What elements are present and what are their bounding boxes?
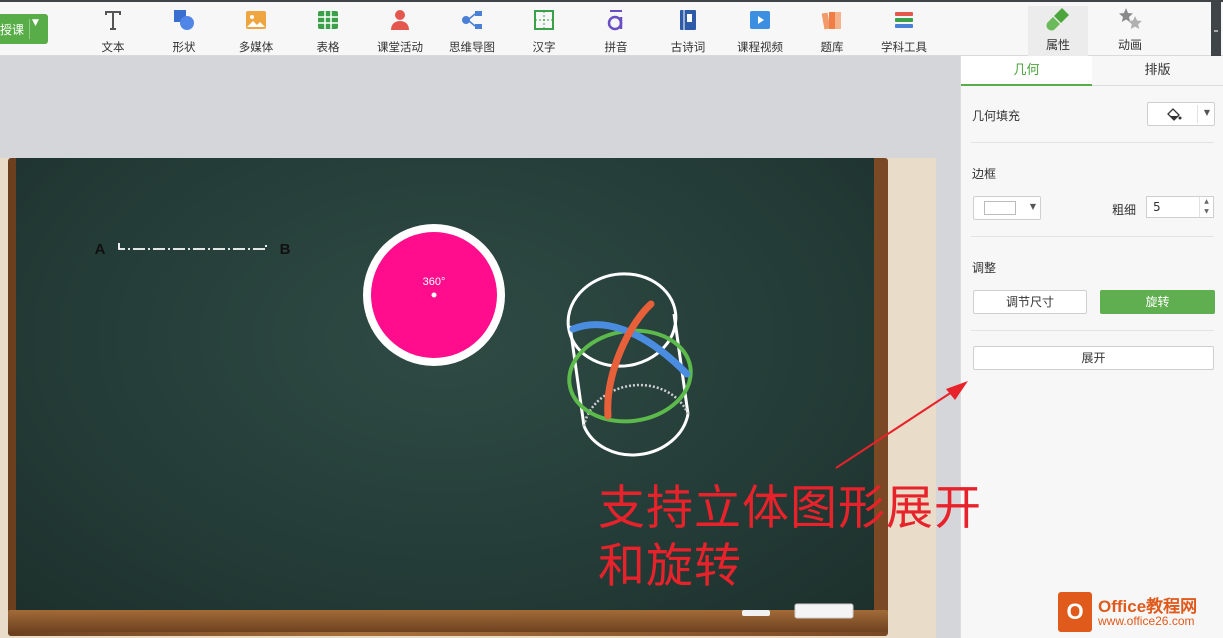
- divider: [971, 330, 1214, 331]
- tab-geometry[interactable]: 几何: [961, 56, 1092, 86]
- shape-icon: [174, 10, 194, 30]
- stroke-width-label: 粗细: [1112, 203, 1137, 217]
- tab-label: 属性: [1045, 38, 1070, 52]
- 3d-cylinder[interactable]: [562, 267, 697, 457]
- stroke-width-value: 5: [1153, 200, 1161, 214]
- course-video-icon: [750, 11, 770, 29]
- point-a-label: A: [95, 241, 106, 258]
- tool-label: 课堂活动: [377, 40, 423, 54]
- paint-bucket-icon: [1167, 108, 1182, 121]
- rotate-button[interactable]: 旋转: [1100, 290, 1215, 314]
- annotation-caption: 支持立体图形展开 和旋转: [598, 480, 982, 596]
- tool-pinyin[interactable]: 拼音: [580, 8, 652, 54]
- chevron-down-icon[interactable]: ▼: [32, 18, 39, 28]
- brush-icon: [1046, 8, 1069, 31]
- office-logo-icon: O: [1058, 592, 1092, 632]
- top-toolbar: 授课 ▼ 文本 形状 多媒体 表格 课堂活动 思维导图 汉字 拼音 古诗词 课程: [0, 0, 1223, 96]
- tool-table[interactable]: 表格: [292, 8, 364, 54]
- annotation-line-2: 和旋转: [598, 539, 742, 594]
- chinese-character-icon: [534, 10, 554, 30]
- tool-label: 表格: [316, 40, 340, 54]
- fill-color-dropdown[interactable]: ▼: [1147, 102, 1215, 126]
- border-color-swatch: [984, 201, 1016, 215]
- title-bar-strip: [0, 0, 1223, 2]
- watermark-url: www.office26.com: [1098, 614, 1195, 628]
- poetry-icon: [680, 10, 696, 30]
- tool-poetry[interactable]: 古诗词: [652, 8, 724, 54]
- tool-label: 多媒体: [238, 40, 274, 54]
- text-icon: [105, 11, 121, 30]
- tab-layout[interactable]: 排版: [1092, 56, 1223, 86]
- circle-center-point: [431, 292, 437, 298]
- chalk: [742, 610, 770, 616]
- tool-mind-map[interactable]: 思维导图: [436, 8, 508, 54]
- tool-label: 文本: [101, 40, 125, 54]
- class-activity-icon: [391, 10, 409, 30]
- panel-tabs: 几何 排版: [961, 56, 1223, 86]
- border-color-dropdown[interactable]: ▼: [973, 196, 1041, 220]
- tab-animation[interactable]: 动画: [1100, 6, 1160, 56]
- annotation-line-1: 支持立体图形展开: [598, 481, 982, 536]
- eraser: [794, 603, 854, 619]
- window-scrollbar[interactable]: [1211, 0, 1221, 96]
- subject-tools-icon: [895, 12, 913, 28]
- divider: [971, 142, 1214, 143]
- stroke-width-input[interactable]: 5 ▲ ▼: [1146, 196, 1214, 218]
- tool-label: 形状: [172, 40, 196, 54]
- properties-panel: 几何 排版 几何填充 ▼ 边框 ▼ 粗细 5 ▲ ▼ 调整 调节尺寸 旋转 展开: [960, 56, 1223, 638]
- table-icon: [318, 11, 338, 29]
- border-label: 边框: [972, 167, 997, 181]
- tool-label: 学科工具: [881, 40, 927, 54]
- tool-media[interactable]: 多媒体: [220, 8, 292, 54]
- point-b-label: B: [280, 241, 291, 258]
- tool-label: 题库: [820, 40, 844, 54]
- tool-label: 课程视频: [737, 40, 783, 54]
- fill-label: 几何填充: [972, 109, 1021, 123]
- expand-button[interactable]: 展开: [973, 346, 1214, 370]
- adjust-label: 调整: [972, 261, 997, 275]
- tool-label: 思维导图: [449, 40, 495, 54]
- tool-text[interactable]: 文本: [77, 8, 149, 54]
- chevron-down-icon: ▼: [1203, 108, 1210, 117]
- media-icon: [246, 11, 266, 29]
- tool-label: 拼音: [604, 40, 628, 54]
- question-bank-icon: [821, 12, 841, 30]
- mind-map-icon: [462, 11, 482, 29]
- tool-course-video[interactable]: 课程视频: [724, 8, 796, 54]
- tab-properties[interactable]: 属性: [1028, 6, 1088, 56]
- tool-shape[interactable]: 形状: [148, 8, 220, 54]
- teach-button[interactable]: 授课 ▼: [0, 14, 48, 44]
- tool-class-activity[interactable]: 课堂活动: [364, 8, 436, 54]
- chevron-down-icon: ▼: [1029, 202, 1036, 211]
- tool-subject-tools[interactable]: 学科工具: [868, 8, 940, 54]
- tab-label: 动画: [1117, 38, 1142, 52]
- pinyin-icon: [607, 10, 623, 31]
- line-segment-ab[interactable]: [118, 243, 267, 250]
- teach-button-divider: [29, 19, 30, 39]
- teach-button-label: 授课: [0, 22, 25, 37]
- divider: [971, 236, 1214, 237]
- tool-label: 古诗词: [670, 40, 706, 54]
- stars-icon: [1119, 8, 1142, 29]
- tool-label: 汉字: [532, 40, 556, 54]
- tool-question-bank[interactable]: 题库: [796, 8, 868, 54]
- resize-button[interactable]: 调节尺寸: [973, 290, 1087, 314]
- tool-chinese-character[interactable]: 汉字: [508, 8, 580, 54]
- stroke-width-stepper[interactable]: ▲ ▼: [1199, 197, 1213, 217]
- site-watermark: O Office教程网 www.office26.com: [1058, 590, 1223, 638]
- angle-label: 360°: [423, 276, 446, 288]
